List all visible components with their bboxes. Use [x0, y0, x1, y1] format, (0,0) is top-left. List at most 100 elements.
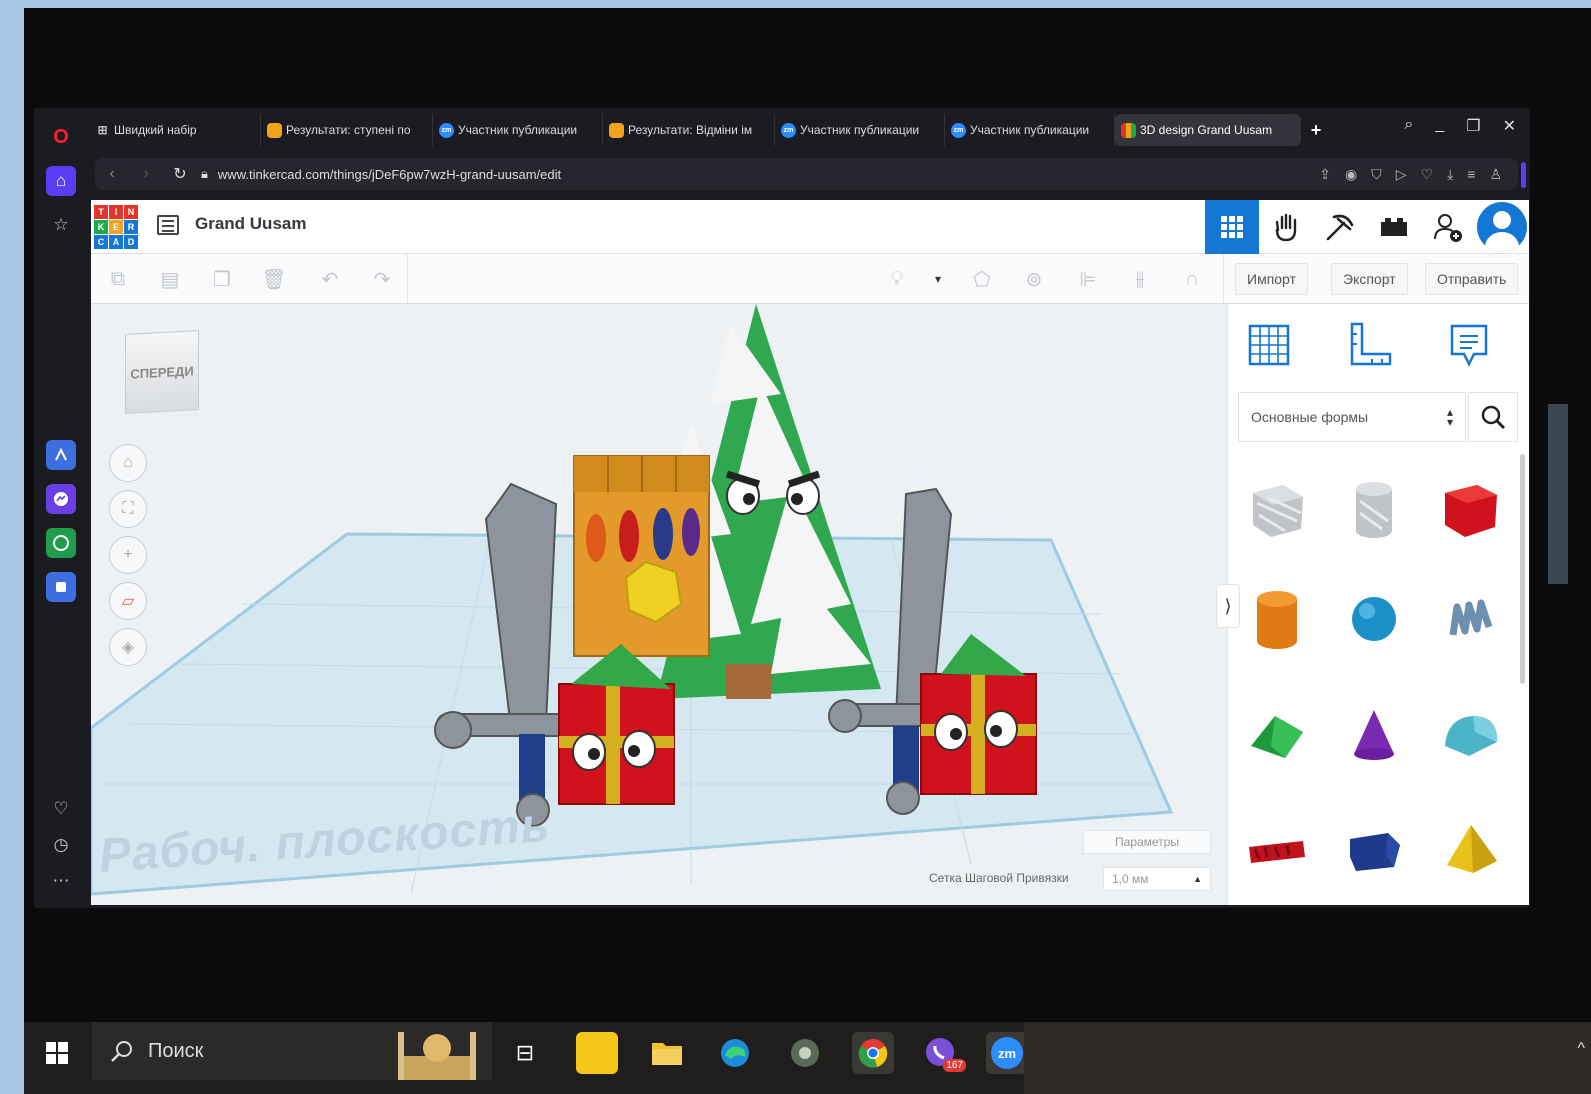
tab-form-results[interactable]: Результати: ступені по	[261, 114, 433, 146]
invite-user-button[interactable]	[1421, 200, 1475, 254]
shape-category-select[interactable]: Основные формы ▴ ▾	[1238, 392, 1466, 442]
notes-icon[interactable]	[1444, 320, 1494, 370]
bricks-button[interactable]	[1313, 200, 1367, 254]
export-button[interactable]: Экспорт	[1331, 263, 1408, 295]
messenger-icon[interactable]	[46, 484, 76, 514]
viber-icon[interactable]: 167	[920, 1032, 966, 1074]
player-app-icon[interactable]	[576, 1032, 618, 1074]
task-view-icon[interactable]: ⊟	[504, 1032, 546, 1074]
3d-scene[interactable]	[91, 304, 1224, 905]
home-icon[interactable]: ⌂	[46, 166, 76, 196]
magnet-icon[interactable]: ∩	[1179, 266, 1205, 292]
text-shape[interactable]	[1230, 794, 1324, 904]
round-roof-shape[interactable]	[1424, 679, 1518, 789]
shape-search-button[interactable]	[1468, 392, 1518, 442]
zoom-app-icon[interactable]: zm	[986, 1032, 1028, 1074]
close-icon[interactable]: ✕	[1503, 116, 1516, 136]
cylinder-hole-shape[interactable]	[1327, 454, 1421, 564]
forward-icon[interactable]: ›	[129, 165, 163, 183]
heart-outline-icon[interactable]: ♡	[1421, 166, 1434, 183]
share-icon[interactable]: ⇪	[1319, 166, 1331, 183]
cone-shape[interactable]	[1327, 679, 1421, 789]
chrome-alt-icon[interactable]	[784, 1032, 826, 1074]
ruler-icon[interactable]	[1344, 320, 1394, 370]
taskbar-search[interactable]: Поиск	[92, 1022, 492, 1080]
zoom-in-icon[interactable]: +	[109, 536, 147, 574]
roof-shape[interactable]	[1230, 679, 1324, 789]
tab-zoom-participant-2[interactable]: zm Участник публикации	[775, 114, 945, 146]
tab-speed-dial[interactable]: ⊞ Швидкий набір	[89, 114, 261, 146]
restore-icon[interactable]: ❐	[1466, 116, 1480, 136]
box-hole-shape[interactable]	[1230, 454, 1324, 564]
redo-icon[interactable]: ↷	[369, 266, 395, 292]
mirror-icon[interactable]: ⫵	[1127, 266, 1153, 292]
light-bulb-icon[interactable]: 💡︎	[884, 266, 910, 292]
sim-lab-button[interactable]	[1367, 200, 1421, 254]
workplane-viewport[interactable]: СПЕРЕДИ ⌂ ⛶ + ▱ ◈ Рабоч. плоскость Парам…	[91, 304, 1224, 905]
pyramid-shape[interactable]	[1424, 794, 1518, 904]
minimize-icon[interactable]: _	[1435, 116, 1444, 136]
box-shape[interactable]	[1424, 454, 1518, 564]
delete-icon[interactable]: 🗑︎	[261, 266, 287, 292]
cylinder-shape[interactable]	[1230, 564, 1324, 674]
duplicate-icon[interactable]: ❐	[209, 266, 235, 292]
tab-search-icon[interactable]: ⌕	[1404, 116, 1413, 136]
user-avatar[interactable]	[1477, 202, 1527, 252]
send-icon[interactable]: ▷	[1396, 166, 1407, 183]
zoom-out-icon[interactable]: ▱	[109, 582, 147, 620]
reload-icon[interactable]: ↻	[163, 164, 197, 184]
perspective-icon[interactable]: ◈	[109, 628, 147, 666]
history-icon[interactable]: ◷	[46, 830, 76, 860]
workplane-grid-icon[interactable]	[1244, 320, 1294, 370]
panel-scrollbar[interactable]	[1520, 454, 1525, 684]
copy-icon[interactable]: ⧉	[105, 266, 131, 292]
send-to-button[interactable]: Отправить	[1425, 263, 1519, 295]
url-text[interactable]: www.tinkercad.com/things/jDeF6pw7wzH-gra…	[218, 167, 561, 182]
aria-icon[interactable]	[46, 440, 76, 470]
address-bar[interactable]: ‹ › ↻ 🔒︎ www.tinkercad.com/things/jDeF6p…	[95, 158, 1518, 190]
fit-view-icon[interactable]: ⛶	[109, 490, 147, 528]
tab-zoom-participant[interactable]: zm Участник публикации	[433, 114, 603, 146]
player-icon[interactable]	[46, 572, 76, 602]
menu-lines-icon[interactable]: ≡	[1467, 166, 1475, 182]
design-title[interactable]: Grand Uusam	[195, 214, 306, 234]
undo-icon[interactable]: ↶	[317, 266, 343, 292]
group-icon[interactable]: ⊚	[1021, 266, 1047, 292]
polygon-shape[interactable]	[1327, 794, 1421, 904]
shape-notes-icon[interactable]: ⬠	[969, 266, 995, 292]
tab-zoom-participant-3[interactable]: zm Участник публикации	[945, 114, 1115, 146]
blocks-button[interactable]	[1259, 200, 1313, 254]
chrome-icon[interactable]	[852, 1032, 894, 1074]
more-icon[interactable]: ⋯	[46, 866, 76, 896]
home-view-icon[interactable]: ⌂	[109, 444, 147, 482]
logo-letter: I	[109, 205, 123, 219]
tinkercad-logo[interactable]: T I N K E R C A D	[94, 205, 138, 249]
snap-grid-select[interactable]: 1,0 мм ▲	[1103, 867, 1211, 891]
design-list-icon[interactable]	[157, 215, 179, 235]
tab-form-results-2[interactable]: Результати: Відміни ім	[603, 114, 775, 146]
tab-tinkercad-active[interactable]: 3D design Grand Uusam	[1115, 114, 1301, 146]
paste-icon[interactable]: ▤	[157, 266, 183, 292]
import-button[interactable]: Импорт	[1235, 263, 1308, 295]
star-icon[interactable]: ☆	[46, 210, 76, 240]
settings-button[interactable]: Параметры	[1083, 830, 1211, 854]
back-icon[interactable]: ‹	[95, 165, 129, 183]
download-icon[interactable]: ⤓	[1447, 166, 1453, 183]
heart-icon[interactable]: ♡	[46, 794, 76, 824]
opera-logo-icon[interactable]: O	[46, 122, 76, 152]
snapshot-icon[interactable]: ◉	[1345, 166, 1357, 183]
new-tab-button[interactable]: +	[1301, 120, 1331, 141]
shield-icon[interactable]: ⛉	[1371, 166, 1382, 183]
view-cube[interactable]: СПЕРЕДИ	[125, 330, 199, 414]
scribble-shape[interactable]	[1424, 564, 1518, 674]
3d-view-button[interactable]	[1205, 200, 1259, 254]
edge-icon[interactable]	[714, 1032, 756, 1074]
tray-chevron-icon[interactable]: ^	[1577, 1040, 1585, 1058]
file-explorer-icon[interactable]	[646, 1032, 688, 1074]
windows-start-icon[interactable]	[36, 1032, 78, 1074]
profile-icon[interactable]: ♙	[1489, 166, 1502, 183]
whatsapp-icon[interactable]	[46, 528, 76, 558]
sphere-shape[interactable]	[1327, 564, 1421, 674]
align-icon[interactable]: ⊫	[1075, 266, 1101, 292]
light-dropdown-icon[interactable]: ▾	[925, 266, 951, 292]
